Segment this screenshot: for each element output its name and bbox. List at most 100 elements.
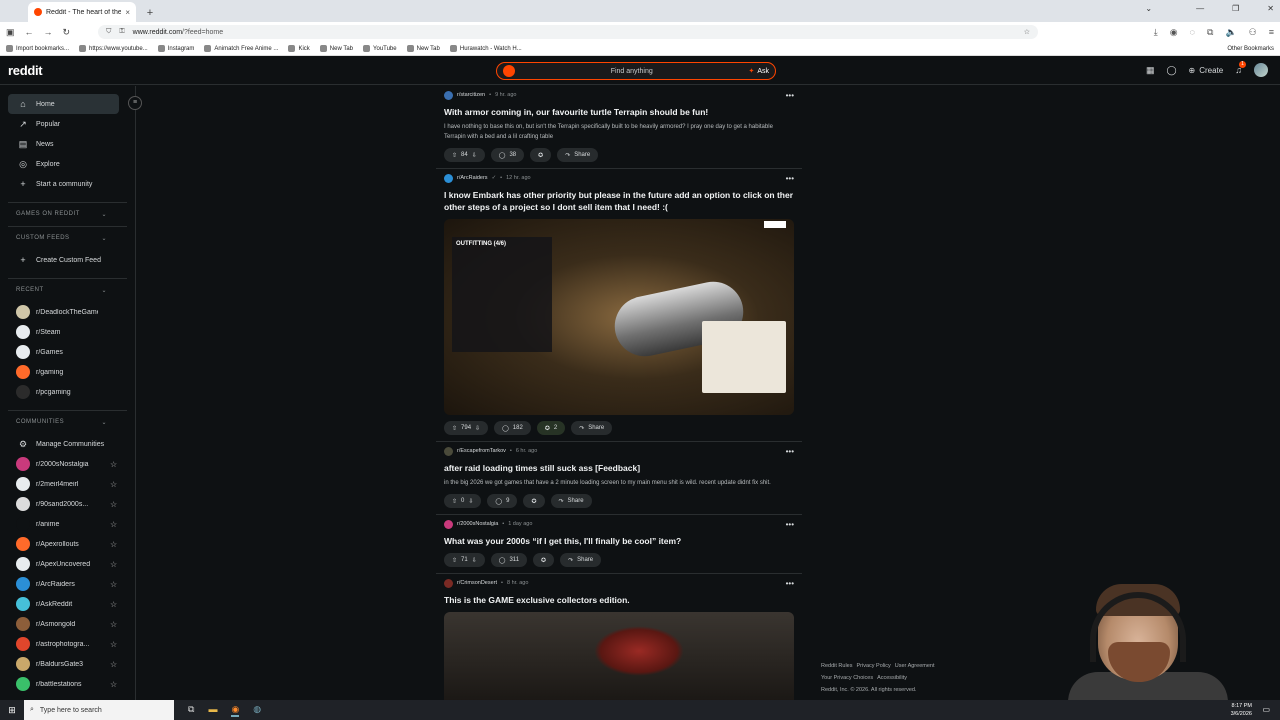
share-button[interactable]: ↷ Share — [557, 148, 599, 162]
sidebar-item-start-a-community[interactable]: + Start a community — [8, 174, 119, 194]
upvote-icon[interactable]: ⇧ — [452, 152, 457, 159]
comments-button[interactable]: ◯ 9 — [487, 494, 518, 508]
share-button[interactable]: ↷ Share — [560, 553, 602, 567]
other-bookmarks[interactable]: Other Bookmarks — [1227, 46, 1274, 52]
comments-button[interactable]: ◯ 311 — [490, 553, 528, 567]
post[interactable]: r/EscapefromTarkov • 6 hr. ago ••• after… — [436, 442, 802, 515]
system-clock[interactable]: 8:17 PM 3/6/2026 — [1231, 702, 1252, 718]
award-button[interactable]: ✪ — [530, 148, 552, 162]
favorite-star-icon[interactable]: ☆ — [110, 520, 117, 529]
bookmark-item[interactable]: Instagram — [157, 45, 194, 52]
footer-link[interactable]: Accessibility — [877, 675, 907, 681]
new-tab-button[interactable]: + — [142, 4, 158, 22]
favorite-star-icon[interactable]: ☆ — [110, 680, 117, 689]
advertise-icon[interactable]: ▦ — [1146, 65, 1155, 76]
taskbar-search[interactable]: ⌕ Type here to search — [24, 700, 174, 720]
favorite-star-icon[interactable]: ☆ — [110, 620, 117, 629]
favorite-star-icon[interactable]: ☆ — [110, 580, 117, 589]
notification-center-icon[interactable]: ▭ — [1262, 705, 1270, 714]
sidebar-community[interactable]: r/2000sNostalgia ☆ — [0, 454, 135, 474]
volume-icon[interactable]: 🔈 — [1225, 27, 1236, 38]
minimize-icon[interactable]: — — [1196, 4, 1204, 13]
steam-icon[interactable]: ◍ — [253, 704, 261, 717]
post-title[interactable]: after raid loading times still suck ass … — [444, 462, 794, 474]
favorite-star-icon[interactable]: ☆ — [110, 640, 117, 649]
post-image[interactable]: OUTFITTING (4/6) — [444, 219, 794, 415]
subreddit-name[interactable]: r/ArcRaiders — [457, 175, 488, 181]
sidebar-community[interactable]: r/pcgaming — [0, 382, 135, 402]
bookmark-item[interactable]: https://www.youtube... — [79, 45, 148, 52]
bookmark-item[interactable]: Hurawatch - Watch H... — [449, 45, 522, 52]
reload-icon[interactable]: ↻ — [63, 27, 71, 38]
favorite-star-icon[interactable]: ☆ — [110, 460, 117, 469]
more-options-icon[interactable]: ••• — [786, 91, 794, 100]
footer-link[interactable]: User Agreement — [895, 663, 935, 669]
sidebar-community[interactable]: r/AskReddit ☆ — [0, 594, 135, 614]
favorite-star-icon[interactable]: ☆ — [110, 600, 117, 609]
subreddit-name[interactable]: r/starcitizen — [457, 92, 485, 98]
award-button[interactable]: ✪ — [523, 494, 545, 508]
back-icon[interactable]: ← — [25, 27, 34, 37]
url-field[interactable]: ⛉ ⚿ www.reddit.com/?feed=home ☆ — [98, 25, 1039, 39]
notifications-button[interactable]: ♫ 1 — [1235, 61, 1246, 75]
sidebar-community[interactable]: r/2meirl4meirl ☆ — [0, 474, 135, 494]
favorite-star-icon[interactable]: ☆ — [110, 560, 117, 569]
download-icon[interactable]: ⤓ — [1154, 27, 1158, 38]
downvote-icon[interactable]: ⇩ — [475, 425, 480, 432]
upvote-icon[interactable]: ⇧ — [452, 557, 457, 564]
favorite-star-icon[interactable]: ☆ — [110, 480, 117, 489]
more-options-icon[interactable]: ••• — [786, 447, 794, 456]
subreddit-name[interactable]: r/EscapefromTarkov — [457, 448, 506, 454]
account-icon[interactable]: ◌ — [1190, 27, 1195, 38]
forward-icon[interactable]: → — [44, 27, 53, 37]
share-button[interactable]: ↷ Share — [571, 421, 613, 435]
close-window-icon[interactable]: ✕ — [1267, 4, 1274, 13]
collapse-sidebar-button[interactable]: ≡ — [128, 96, 142, 110]
user-avatar[interactable] — [1254, 63, 1268, 77]
award-button[interactable]: ✪ 2 — [536, 421, 566, 435]
maximize-icon[interactable]: ❐ — [1232, 4, 1239, 13]
subreddit-avatar[interactable] — [444, 519, 453, 529]
post-title[interactable]: With armor coming in, our favourite turt… — [444, 106, 794, 118]
close-tab-icon[interactable]: × — [125, 8, 130, 17]
sidebar-community[interactable]: r/ApexUncovered ☆ — [0, 554, 135, 574]
menu-icon[interactable]: ≡ — [1269, 27, 1274, 38]
site-info-icon[interactable]: ⚿ — [119, 28, 124, 36]
downvote-icon[interactable]: ⇩ — [472, 557, 477, 564]
sidebar-item-popular[interactable]: ↗ Popular — [8, 114, 119, 134]
ask-button[interactable]: ✦ Ask — [748, 67, 769, 76]
sidebar-community[interactable]: r/BaldursGate3 ☆ — [0, 654, 135, 674]
subreddit-avatar[interactable] — [444, 90, 453, 100]
firefox-icon[interactable]: ◉ — [231, 704, 240, 717]
bookmark-star-icon[interactable]: ☆ — [1024, 28, 1030, 36]
subreddit-name[interactable]: r/CrimsonDesert — [457, 580, 497, 586]
sidebar-item-explore[interactable]: ◎ Explore — [8, 154, 119, 174]
recent-section-header[interactable]: RECENT ⌄ — [16, 287, 107, 294]
post-image[interactable] — [444, 612, 794, 700]
sidebar-toggle-icon[interactable]: ▣ — [6, 27, 15, 38]
task-view-icon[interactable]: ⧉ — [188, 704, 194, 717]
more-options-icon[interactable]: ••• — [786, 579, 794, 588]
bookmark-item[interactable]: YouTube — [363, 45, 397, 52]
footer-link[interactable]: Reddit Rules — [821, 663, 853, 669]
manage-communities[interactable]: ⚙ Manage Communities — [0, 434, 135, 454]
downvote-icon[interactable]: ⇩ — [472, 152, 477, 159]
communities-section-header[interactable]: COMMUNITIES ⌄ — [16, 419, 107, 426]
sidebar-community[interactable]: r/Steam — [0, 322, 135, 342]
footer-link[interactable]: Privacy Policy — [857, 663, 891, 669]
bookmark-item[interactable]: Animatch Free Anime ... — [204, 45, 278, 52]
more-options-icon[interactable]: ••• — [786, 174, 794, 183]
sidebar-community[interactable]: r/ArcRaiders ☆ — [0, 574, 135, 594]
sidebar-community[interactable]: r/Asmongold ☆ — [0, 614, 135, 634]
favorite-star-icon[interactable]: ☆ — [110, 540, 117, 549]
post[interactable]: r/ArcRaiders ✓ • 12 hr. ago ••• I know E… — [436, 169, 802, 442]
search-bar[interactable]: Find anything ✦ Ask — [496, 62, 776, 80]
custom-feeds-section-header[interactable]: CUSTOM FEEDS ⌄ — [16, 235, 107, 242]
create-custom-feed[interactable]: + Create Custom Feed — [8, 250, 119, 270]
footer-link[interactable]: Your Privacy Choices — [821, 675, 873, 681]
chat-icon[interactable]: ◯ — [1166, 65, 1176, 76]
sidebar-community[interactable]: r/battlestations ☆ — [0, 674, 135, 694]
puzzle-icon[interactable]: ⧉ — [1207, 27, 1213, 38]
upvote-icon[interactable]: ⇧ — [452, 498, 457, 505]
post-title[interactable]: This is the GAME exclusive collectors ed… — [444, 594, 794, 606]
